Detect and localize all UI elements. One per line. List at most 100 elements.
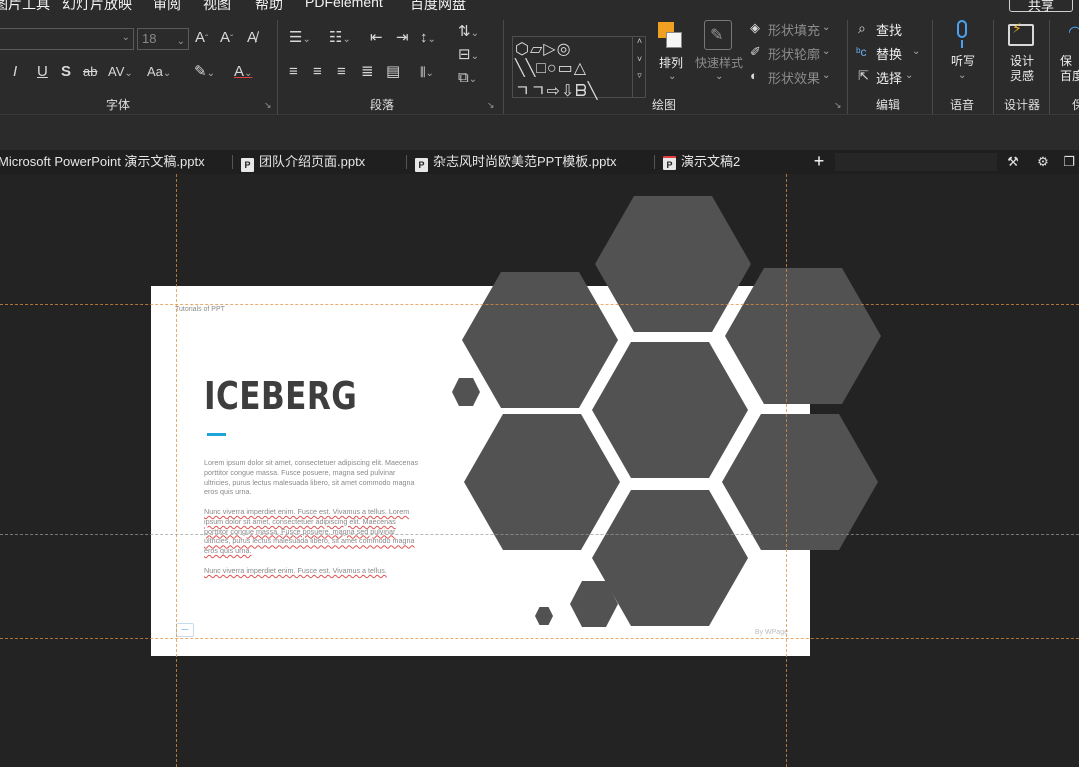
decrease-indent-icon[interactable]: ⇤ [370, 28, 383, 48]
strikethrough-icon[interactable]: ab [83, 62, 97, 82]
font-color-icon[interactable]: A⌄ [234, 62, 252, 84]
quick-styles-icon[interactable]: ✎ [704, 20, 732, 50]
shape-effects-label[interactable]: 形状效果 [768, 68, 820, 87]
horizontal-guide[interactable] [0, 638, 1079, 639]
dialog-launcher-icon[interactable]: ↘ [487, 100, 495, 111]
design-ideas-icon[interactable]: ⚡ [1006, 20, 1038, 48]
search-icon[interactable]: ⌕ [858, 18, 866, 38]
slide[interactable]: Tutorials of PPT ICEBERG Lorem ipsum dol… [151, 286, 810, 656]
chevron-down-icon: ⌄ [958, 70, 967, 81]
align-center-icon[interactable]: ≡ [313, 62, 322, 82]
distributed-icon[interactable]: ▤ [386, 62, 400, 82]
menu-item-baidu-netdisk[interactable]: 百度网盘 [410, 0, 466, 14]
decrease-font-size-icon[interactable]: Aˇ [220, 28, 233, 50]
tab-divider [232, 155, 233, 169]
cursor-icon[interactable]: ⇱ [858, 66, 869, 86]
replace-label[interactable]: 替换 [876, 44, 902, 63]
vertical-guide[interactable] [786, 174, 787, 767]
tools-icon[interactable]: ⚒ [1002, 150, 1024, 174]
clear-formatting-icon[interactable]: A̸ [247, 28, 257, 48]
dialog-launcher-icon[interactable]: ↘ [264, 100, 272, 111]
numbering-icon[interactable]: ☷⌄ [329, 28, 351, 50]
dictate-label[interactable]: 听写 [946, 54, 980, 69]
text-direction-icon[interactable]: ⇅⌄ [458, 22, 479, 44]
share-button[interactable]: 共享 [1009, 0, 1073, 13]
columns-icon[interactable]: ⫼⌄ [420, 62, 434, 84]
menu-item-picture-tools[interactable]: 图片工具 [0, 0, 50, 14]
increase-font-size-icon[interactable]: Aˆ [195, 28, 208, 50]
microphone-icon[interactable] [952, 20, 972, 50]
justify-icon[interactable]: ≣ [361, 62, 374, 82]
document-tab-bar: Microsoft PowerPoint 演示文稿.pptx P 团队介绍页面.p… [0, 150, 1079, 174]
gear-icon[interactable]: ⚙ [1032, 150, 1054, 174]
menu-item-help[interactable]: 帮助 [255, 0, 283, 14]
menu-item-review[interactable]: 审阅 [153, 0, 181, 14]
design-ideas-label-line1[interactable]: 设计 [1004, 54, 1040, 69]
designer-group-label: 设计器 [1003, 98, 1040, 112]
save-to-baidu-icon[interactable]: ◠ [1068, 22, 1079, 42]
title-accent-bar[interactable] [207, 433, 226, 436]
pen-icon[interactable]: ✐ [750, 42, 761, 62]
slide-paragraph-1[interactable]: Lorem ipsum dolor sit amet, consectetuer… [204, 458, 419, 497]
shapes-gallery[interactable]: ⬡▱▷◎ ╲╲□○▭△ ㄱㄱ⇨⇩ᗷ╲ [512, 36, 646, 101]
save-label-line1[interactable]: 保 [1060, 54, 1079, 69]
slide-footer-text[interactable]: By WPage [755, 629, 788, 636]
center-guide[interactable] [0, 534, 1079, 535]
align-right-icon[interactable]: ≡ [337, 62, 346, 82]
new-tab-button[interactable]: + [808, 150, 830, 174]
shape-row[interactable]: ╲╲□○▭△ [515, 58, 587, 78]
document-tab-active[interactable]: P 演示文稿2 [663, 150, 740, 174]
shape-outline-label[interactable]: 形状轮廓 [768, 44, 820, 63]
tab-divider [406, 155, 407, 169]
comment-marker-icon[interactable]: — [176, 623, 194, 637]
bullets-icon[interactable]: ☰⌄ [289, 28, 311, 50]
vertical-guide[interactable] [176, 174, 177, 767]
highlight-color-icon[interactable]: ✎⌄ [194, 62, 215, 84]
shape-effects-icon[interactable]: ◐ [750, 66, 758, 86]
shape-fill-label[interactable]: 形状填充 [768, 20, 820, 39]
menu-item-view[interactable]: 视图 [203, 0, 231, 14]
save-label-line2[interactable]: 百度 [1060, 69, 1079, 84]
more-icon[interactable]: ▿ [633, 70, 646, 81]
paint-bucket-icon[interactable]: ◈ [750, 18, 760, 38]
select-label[interactable]: 选择 [876, 68, 902, 87]
font-size-input[interactable]: 18 ⌄ [137, 28, 189, 50]
replace-icon[interactable]: ᵇc [856, 42, 867, 62]
dialog-launcher-icon[interactable]: ↘ [834, 100, 842, 111]
convert-smartart-icon[interactable]: ⧉⌄ [458, 68, 477, 90]
slide-canvas[interactable]: Tutorials of PPT ICEBERG Lorem ipsum dol… [0, 174, 1079, 767]
change-case-icon[interactable]: Aa⌄ [147, 62, 171, 84]
horizontal-guide[interactable] [0, 304, 1079, 305]
chevron-down-icon: ⌄ [912, 46, 921, 57]
document-tab[interactable]: P 团队介绍页面.pptx [241, 150, 365, 174]
menu-item-slideshow[interactable]: 幻灯片放映 [62, 0, 132, 14]
scroll-down-icon[interactable]: ˅ [633, 54, 646, 64]
slide-corner-text[interactable]: Tutorials of PPT [175, 306, 225, 313]
slide-paragraph-2[interactable]: Nunc viverra imperdiet enim. Fusce est. … [204, 507, 419, 556]
shape-row[interactable]: ㄱㄱ⇨⇩ᗷ╲ [515, 77, 598, 101]
shape-row[interactable]: ⬡▱▷◎ [515, 39, 572, 59]
menu-item-pdfelement[interactable]: PDFelement [305, 0, 383, 10]
align-text-icon[interactable]: ⊟⌄ [458, 45, 479, 67]
font-name-input[interactable]: ⌄ [0, 28, 134, 50]
text-shadow-icon[interactable]: S [61, 62, 71, 82]
arrange-icon[interactable] [656, 20, 686, 52]
underline-icon[interactable]: U [37, 62, 48, 82]
document-tab[interactable]: P 杂志风时尚欧美范PPT模板.pptx [415, 150, 616, 174]
slide-title[interactable]: ICEBERG [204, 374, 357, 418]
group-divider [847, 20, 848, 114]
character-spacing-icon[interactable]: AV⌄ [108, 62, 133, 84]
slide-paragraph-3[interactable]: Nunc viverra imperdiet enim. Fusce est. … [204, 566, 419, 576]
design-ideas-label-line2[interactable]: 灵感 [1004, 69, 1040, 84]
arrange-label[interactable]: 排列 [654, 56, 688, 71]
increase-indent-icon[interactable]: ⇥ [396, 28, 409, 48]
align-left-icon[interactable]: ≡ [289, 62, 298, 82]
line-spacing-icon[interactable]: ↕⌄ [420, 28, 436, 50]
gallery-scroll[interactable]: ˄ ˅ ▿ [632, 36, 646, 98]
scroll-up-icon[interactable]: ˄ [633, 36, 646, 46]
italic-icon[interactable]: I [13, 62, 17, 82]
restore-window-icon[interactable]: ❐ [1058, 150, 1079, 174]
document-tab[interactable]: Microsoft PowerPoint 演示文稿.pptx [0, 150, 205, 174]
find-label[interactable]: 查找 [876, 20, 902, 39]
quick-styles-label[interactable]: 快速样式 [692, 56, 746, 71]
